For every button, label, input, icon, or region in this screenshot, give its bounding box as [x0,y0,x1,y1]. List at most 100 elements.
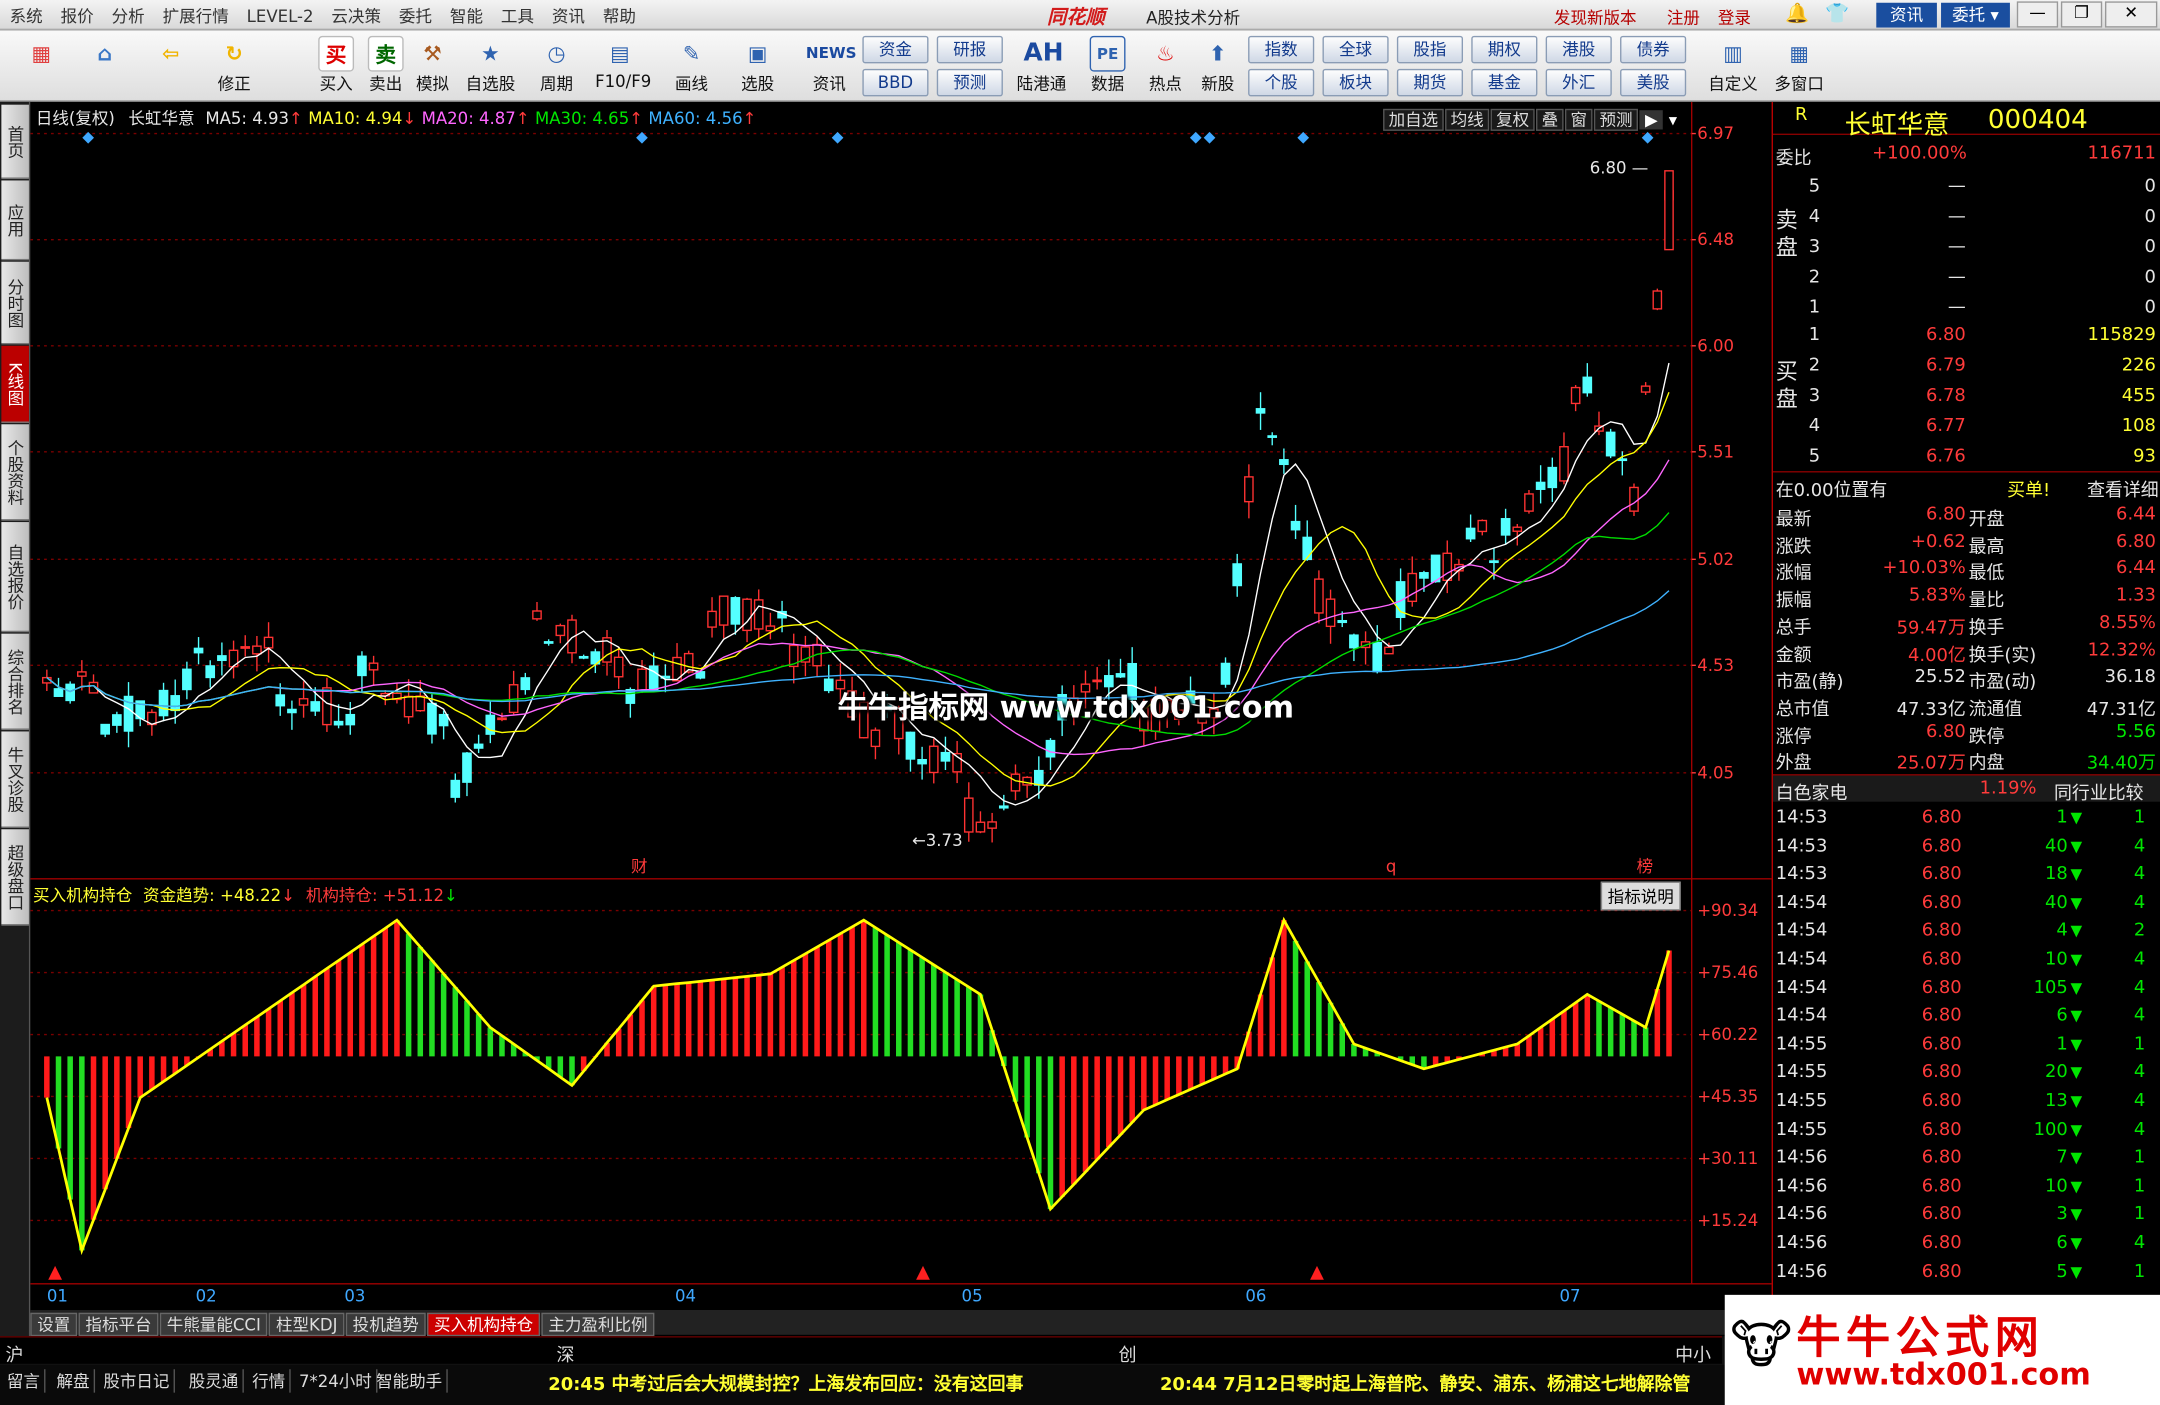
toolbar-hot-button[interactable]: ♨ 热点 [1141,33,1191,99]
toolbar-btn-2-0[interactable]: 指数 [1248,35,1315,64]
link-new-version[interactable]: 发现新版本 [1554,6,1637,29]
toolbar-clock-button[interactable]: ◷ 周期 [532,33,582,99]
menu-item-10[interactable]: 帮助 [593,0,644,28]
toolbar-screen-button[interactable]: ▣ 选股 [733,33,783,99]
indicator-tab-2[interactable]: 牛熊量能CCI [159,1312,268,1337]
toolbar-sell-button[interactable]: 卖卖出 [361,33,411,99]
toolbar-btn-6-0[interactable]: 港股 [1545,35,1612,64]
bell-icon[interactable]: 🔔 [1785,3,1809,25]
toolbar-back-button[interactable]: ⇦ [146,33,196,99]
toolbar-btn-0-1[interactable]: BBD [862,68,929,97]
news-button[interactable]: 资讯 [1876,2,1937,28]
indicator-explain-button[interactable]: 指标说明 [1600,881,1681,911]
sidebar-tab-6[interactable]: 综合排名 [1,633,29,731]
sidebar-tab-0[interactable]: 首页 [1,104,29,180]
toolbar-ah-button[interactable]: AH 陆港通 [1017,33,1067,99]
toolbar-home-button[interactable]: ⌂ [80,33,130,99]
toolbar-btn-5-1[interactable]: 基金 [1471,68,1538,97]
restore-icon[interactable]: ❐ [2060,1,2103,28]
toolbar-btn-3-1[interactable]: 板块 [1322,68,1389,97]
toolbar-btn-7-0[interactable]: 债券 [1620,35,1687,64]
menu-item-3[interactable]: 扩展行情 [153,0,237,28]
toolbar-ipo-button[interactable]: ⬆ 新股 [1193,33,1243,99]
arrow-right-icon[interactable]: ▶ [1639,110,1664,130]
menu-item-9[interactable]: 资讯 [542,0,593,28]
link-register[interactable]: 注册 [1667,6,1700,29]
news-ticker-2[interactable]: 20:44 7月12日零时起上海普陀、静安、浦东、杨浦这七地解除管 [1160,1369,1690,1396]
quote-cell[interactable]: 同行业比较 [2054,778,2144,805]
toolbar-btn-1-0[interactable]: 研报 [936,35,1003,64]
indicator-tab-6[interactable]: 主力盈利比例 [541,1312,655,1337]
menu-item-4[interactable]: LEVEL-2 [237,3,322,26]
indicator-tab-3[interactable]: 柱型KDJ [269,1312,345,1337]
chart-btn-3[interactable]: 叠 [1536,108,1564,131]
toolbar-btn-0-0[interactable]: 资金 [862,35,929,64]
status-item-1[interactable]: 解盘 [52,1369,96,1393]
toolbar-news-button[interactable]: NEWS 资讯 [805,33,857,99]
chart-btn-2[interactable]: 复权 [1490,108,1535,131]
quote-cell: 6.80 [1921,835,1962,857]
quote-cell: 59.47万 [1896,618,1966,639]
quote-cell: 4 [2133,1062,2146,1084]
toolbar-custom-button[interactable]: ▥ 自定义 [1708,33,1758,99]
status-item-3[interactable]: 股灵通 [185,1369,244,1393]
toolbar-btn-2-1[interactable]: 个股 [1248,68,1315,97]
toolbar-buy-button[interactable]: 买买入 [311,33,361,99]
minimize-icon[interactable]: — [2016,1,2059,28]
indicator-tab-5[interactable]: 买入机构持仓 [427,1312,541,1337]
status-item-0[interactable]: 留言 [3,1369,46,1393]
toolbar-btn-4-1[interactable]: 期货 [1396,68,1464,97]
status-item-6[interactable]: 智能助手 [372,1369,448,1393]
sidebar-tab-3[interactable]: K线图 [1,345,29,423]
menu-item-5[interactable]: 云决策 [322,0,390,28]
menu-item-7[interactable]: 智能 [440,0,491,28]
market-tab-1[interactable]: 深 [557,1340,575,1367]
sidebar-tab-5[interactable]: 自选报价 [1,522,29,633]
menu-item-1[interactable]: 报价 [51,0,102,28]
toolbar-f10-button[interactable]: ▤ F10/F9 [595,33,651,99]
toolbar-refresh-button[interactable]: ↻ 修正 [209,33,259,99]
quote-row: 14:54 6.80 40 ▼ 4 [1773,890,2160,918]
toolbar-grid-button[interactable]: ▦ [17,33,67,99]
close-icon[interactable]: ✕ [2104,1,2158,28]
link-login[interactable]: 登录 [1718,6,1751,29]
toolbar-btn-3-0[interactable]: 全球 [1322,35,1389,64]
status-item-4[interactable]: 行情 [248,1369,291,1393]
toolbar-pen-button[interactable]: ✎ 画线 [667,33,717,99]
menu-item-6[interactable]: 委托 [389,0,440,28]
sidebar-tab-8[interactable]: 超级盘口 [1,829,29,926]
news-ticker-1[interactable]: 20:45 中考过后会大规模封控？上海发布回应：没有这回事 [548,1369,1023,1396]
toolbar-hammer-button[interactable]: ⚒ 模拟 [408,33,458,99]
toolbar-pe-button[interactable]: PE 数据 [1083,33,1133,99]
status-item-5[interactable]: 7*24小时 [295,1369,378,1393]
chart-btn-1[interactable]: 均线 [1445,108,1490,131]
market-tab-0[interactable]: 沪 [6,1340,24,1367]
chevron-down-icon[interactable]: ▾ [1663,110,1682,129]
quote-cell: 流通值 [1968,699,2023,721]
sidebar-tab-2[interactable]: 分时图 [1,261,29,345]
toolbar-btn-7-1[interactable]: 美股 [1620,68,1687,97]
chart-btn-0[interactable]: 加自选 [1383,108,1444,131]
market-tab-3[interactable]: 中小 [1675,1340,1711,1367]
indicator-tab-4[interactable]: 投机趋势 [345,1312,426,1337]
status-item-2[interactable]: 股市日记 [99,1369,175,1393]
toolbar-windows-button[interactable]: ▦ 多窗口 [1774,33,1824,99]
toolbar-btn-4-0[interactable]: 股指 [1396,35,1464,64]
toolbar-btn-6-1[interactable]: 外汇 [1545,68,1612,97]
indicator-tab-0[interactable]: 设置 [30,1312,78,1337]
chart-btn-4[interactable]: 窗 [1565,108,1593,131]
menu-item-8[interactable]: 工具 [491,0,542,28]
toolbar-btn-1-1[interactable]: 预测 [936,68,1003,97]
sidebar-tab-1[interactable]: 应用 [1,180,29,261]
market-tab-2[interactable]: 创 [1119,1340,1137,1367]
chart-btn-5[interactable]: 预测 [1593,108,1639,131]
shirt-icon[interactable]: 👕 [1825,3,1849,25]
trade-button[interactable]: 委托 ▾ [1941,2,2010,28]
menu-item-0[interactable]: 系统 [0,0,51,28]
toolbar-star-button[interactable]: ★ 自选股 [466,33,516,99]
menu-item-2[interactable]: 分析 [102,0,153,28]
toolbar-btn-5-0[interactable]: 期权 [1471,35,1538,64]
sidebar-tab-4[interactable]: 个股资料 [1,424,29,521]
sidebar-tab-7[interactable]: 牛叉诊股 [1,731,29,828]
indicator-tab-1[interactable]: 指标平台 [78,1312,159,1337]
